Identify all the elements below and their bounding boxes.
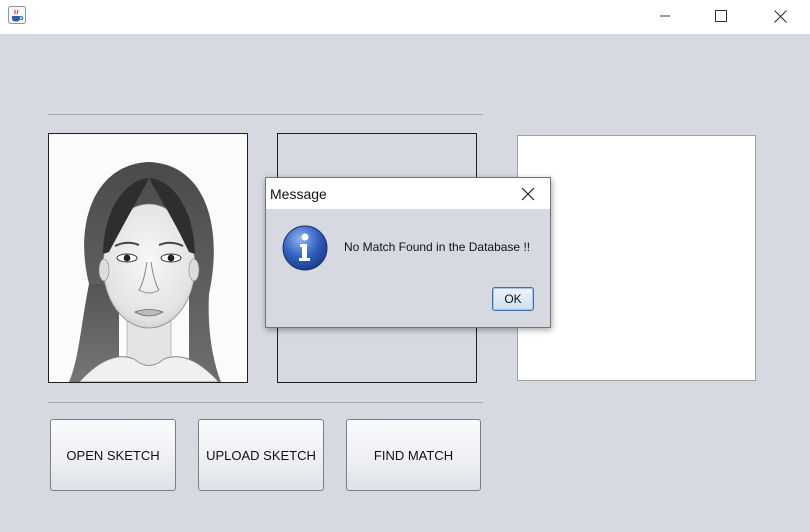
bottom-separator — [48, 402, 483, 403]
dialog-title-bar: Message — [266, 178, 550, 209]
match-result-panel — [517, 135, 756, 381]
upload-sketch-button[interactable]: UPLOAD SKETCH — [198, 419, 324, 491]
close-window-button[interactable] — [757, 0, 803, 32]
maximize-button[interactable] — [698, 0, 744, 32]
close-icon — [521, 187, 535, 201]
message-dialog: Message No Match Found in the Database !… — [265, 177, 551, 328]
info-icon — [281, 224, 329, 272]
dialog-close-button[interactable] — [516, 182, 540, 206]
dialog-title: Message — [270, 186, 327, 202]
open-sketch-button[interactable]: OPEN SKETCH — [50, 419, 176, 491]
sketch-image-panel — [48, 133, 248, 383]
find-match-button[interactable]: FIND MATCH — [346, 419, 481, 491]
ok-button[interactable]: OK — [492, 287, 534, 311]
window-title-bar — [0, 0, 810, 34]
java-cup-icon — [8, 6, 26, 24]
pencil-sketch-portrait — [49, 134, 247, 382]
top-separator — [48, 114, 483, 115]
minimize-button[interactable] — [642, 0, 688, 32]
dialog-message: No Match Found in the Database !! — [344, 240, 531, 254]
close-icon — [773, 9, 787, 23]
maximize-icon — [715, 10, 727, 22]
minimize-icon — [660, 15, 670, 17]
